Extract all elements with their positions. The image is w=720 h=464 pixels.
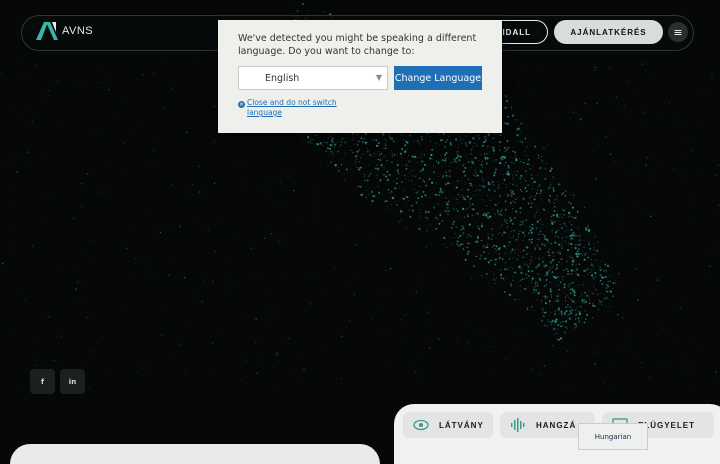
request-quote-label: AJÁNLATKÉRÉS	[570, 28, 646, 37]
menu-button[interactable]: ≡	[668, 22, 688, 42]
language-tab-label: Hungarian	[595, 433, 631, 441]
change-language-button[interactable]: Change Language	[394, 66, 482, 90]
linkedin-link[interactable]: in	[60, 369, 85, 394]
brand-logo[interactable]: AVNS	[36, 22, 93, 40]
change-language-label: Change Language	[395, 73, 481, 84]
language-select[interactable]: English ▼	[238, 66, 388, 90]
dialog-message: We've detected you might be speaking a d…	[238, 32, 482, 58]
tab-latvany[interactable]: LÁTVÁNY	[403, 412, 493, 438]
tab-label: HANGZÁ	[536, 421, 576, 430]
tab-label: LÁTVÁNY	[439, 421, 484, 430]
hamburger-icon: ≡	[673, 26, 682, 39]
sound-wave-icon	[510, 418, 526, 432]
showroom-button-label: IDALL	[502, 28, 531, 37]
language-switch-dialog: We've detected you might be speaking a d…	[218, 20, 502, 133]
selected-language: English	[265, 73, 299, 84]
facebook-icon: f	[41, 378, 44, 386]
eye-icon	[413, 419, 429, 431]
avns-logo-icon	[36, 22, 60, 40]
request-quote-button[interactable]: AJÁNLATKÉRÉS	[554, 20, 663, 44]
language-tab-hungarian[interactable]: Hungarian	[578, 423, 648, 450]
brand-name: AVNS	[62, 25, 93, 37]
content-panel-edge	[10, 444, 380, 464]
close-dialog-link[interactable]: × Close and do not switch language	[238, 98, 348, 118]
close-icon: ×	[238, 101, 245, 108]
dropdown-arrow-icon: ▼	[376, 73, 382, 82]
close-link-text: Close and do not switch language	[247, 98, 348, 118]
linkedin-icon: in	[69, 378, 76, 386]
facebook-link[interactable]: f	[30, 369, 55, 394]
